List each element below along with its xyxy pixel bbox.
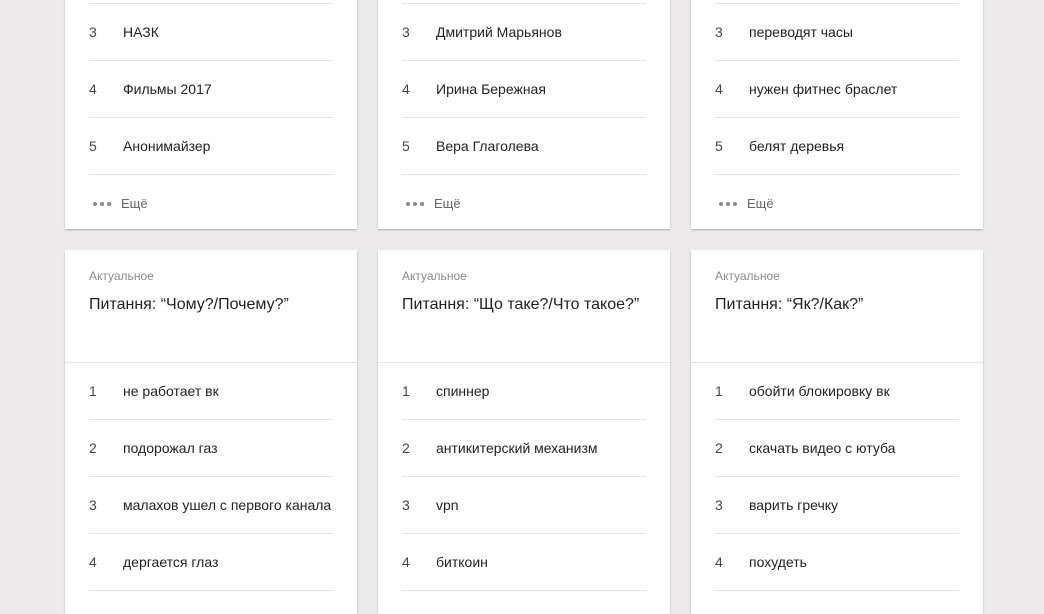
trend-card-top-1: 3 НАЗК 4 Фильмы 2017 5 Анонимайзер Ещё (65, 0, 357, 229)
trends-page: 3 НАЗК 4 Фильмы 2017 5 Анонимайзер Ещё 3… (0, 0, 1044, 614)
list-item[interactable]: 5 Анонимайзер (89, 118, 333, 175)
query-text: не работает вк (123, 383, 219, 399)
query-text: варить гречку (749, 497, 839, 513)
list-item[interactable]: 3 НАЗК (89, 4, 333, 61)
list-item[interactable]: 4 Фильмы 2017 (89, 61, 333, 118)
trend-card-bottom-3: Актуальное Питання: “Як?/Как?” 1 обойти … (691, 250, 983, 614)
list-item[interactable]: 4 нужен фитнес браслет (715, 61, 959, 118)
trend-list: 3 переводят часы 4 нужен фитнес браслет … (691, 4, 983, 175)
query-text: белят деревья (749, 138, 845, 154)
card-header: Актуальное Питання: “Що таке?/Что такое?… (378, 250, 670, 363)
query-text: подорожал газ (123, 440, 218, 456)
rank-number: 2 (402, 440, 410, 456)
query-text: похудеть (749, 554, 807, 570)
list-item[interactable]: 3 переводят часы (715, 4, 959, 61)
rank-number: 4 (402, 554, 410, 570)
rank-number: 2 (715, 440, 723, 456)
query-text: Фильмы 2017 (123, 81, 212, 97)
query-text: НАЗК (123, 24, 159, 40)
list-item[interactable]: 2 скачать видео с ютуба (715, 420, 959, 477)
trend-list: 3 Дмитрий Марьянов 4 Ирина Бережная 5 Ве… (378, 4, 670, 175)
more-label: Ещё (121, 196, 148, 211)
rank-number: 1 (89, 383, 97, 399)
query-text: Ирина Бережная (436, 81, 546, 97)
rank-number: 3 (715, 497, 723, 513)
list-item[interactable]: 1 спиннер (402, 363, 646, 420)
list-item[interactable]: 3 Дмитрий Марьянов (402, 4, 646, 61)
query-text: обойти блокировку вк (749, 383, 890, 399)
rank-number: 1 (715, 383, 723, 399)
query-text: малахов ушел с первого канала (123, 497, 332, 513)
more-button[interactable]: Ещё (402, 175, 646, 232)
more-label: Ещё (747, 196, 774, 211)
rank-number: 4 (89, 554, 97, 570)
rank-number: 3 (715, 24, 723, 40)
list-item[interactable]: 5 Вера Глаголева (402, 118, 646, 175)
rank-number: 4 (89, 81, 97, 97)
rank-number: 3 (89, 24, 97, 40)
list-item[interactable]: 1 обойти блокировку вк (715, 363, 959, 420)
rank-number: 2 (89, 440, 97, 456)
card-category: Актуальное (89, 269, 154, 283)
card-title: Питання: “Що таке?/Что такое?” (402, 296, 640, 313)
trend-list: 1 спиннер 2 антикитерский механизм 3 vpn… (378, 363, 670, 591)
query-text: нужен фитнес браслет (749, 81, 898, 97)
card-category: Актуальное (402, 269, 467, 283)
rank-number: 3 (402, 497, 410, 513)
query-text: Вера Глаголева (436, 138, 539, 154)
rank-number: 5 (89, 138, 97, 154)
card-title: Питання: “Чому?/Почему?” (89, 296, 289, 313)
card-category: Актуальное (715, 269, 780, 283)
rank-number: 5 (715, 138, 723, 154)
list-item[interactable]: 4 Ирина Бережная (402, 61, 646, 118)
rank-number: 4 (715, 81, 723, 97)
rank-number: 4 (402, 81, 410, 97)
card-title: Питання: “Як?/Как?” (715, 296, 864, 313)
list-item[interactable]: 3 варить гречку (715, 477, 959, 534)
query-text: скачать видео с ютуба (749, 440, 896, 456)
card-header: Актуальное Питання: “Як?/Как?” (691, 250, 983, 363)
query-text: спиннер (436, 383, 490, 399)
trend-list: 3 НАЗК 4 Фильмы 2017 5 Анонимайзер (65, 4, 357, 175)
list-item[interactable]: 4 дергается глаз (89, 534, 333, 591)
trend-card-top-3: 3 переводят часы 4 нужен фитнес браслет … (691, 0, 983, 229)
trend-card-top-2: 3 Дмитрий Марьянов 4 Ирина Бережная 5 Ве… (378, 0, 670, 229)
rank-number: 4 (715, 554, 723, 570)
rank-number: 3 (89, 497, 97, 513)
list-item[interactable]: 3 vpn (402, 477, 646, 534)
more-dots-icon (93, 201, 111, 206)
list-item[interactable]: 1 не работает вк (89, 363, 333, 420)
more-button[interactable]: Ещё (89, 175, 333, 232)
query-text: переводят часы (749, 24, 853, 40)
more-dots-icon (406, 201, 424, 206)
trend-card-bottom-1: Актуальное Питання: “Чому?/Почему?” 1 не… (65, 250, 357, 614)
query-text: Дмитрий Марьянов (436, 24, 562, 40)
trend-card-bottom-2: Актуальное Питання: “Що таке?/Что такое?… (378, 250, 670, 614)
list-item[interactable]: 5 белят деревья (715, 118, 959, 175)
trend-list: 1 не работает вк 2 подорожал газ 3 малах… (65, 363, 357, 591)
query-text: биткоин (436, 554, 488, 570)
list-item[interactable]: 2 антикитерский механизм (402, 420, 646, 477)
list-item[interactable]: 4 биткоин (402, 534, 646, 591)
more-label: Ещё (434, 196, 461, 211)
list-item[interactable]: 4 похудеть (715, 534, 959, 591)
rank-number: 3 (402, 24, 410, 40)
card-header: Актуальное Питання: “Чому?/Почему?” (65, 250, 357, 363)
query-text: дергается глаз (123, 554, 219, 570)
query-text: Анонимайзер (123, 138, 211, 154)
query-text: антикитерский механизм (436, 440, 598, 456)
query-text: vpn (436, 497, 459, 513)
rank-number: 5 (402, 138, 410, 154)
more-dots-icon (719, 201, 737, 206)
more-button[interactable]: Ещё (715, 175, 959, 232)
list-item[interactable]: 3 малахов ушел с первого канала (89, 477, 333, 534)
trend-list: 1 обойти блокировку вк 2 скачать видео с… (691, 363, 983, 591)
rank-number: 1 (402, 383, 410, 399)
list-item[interactable]: 2 подорожал газ (89, 420, 333, 477)
